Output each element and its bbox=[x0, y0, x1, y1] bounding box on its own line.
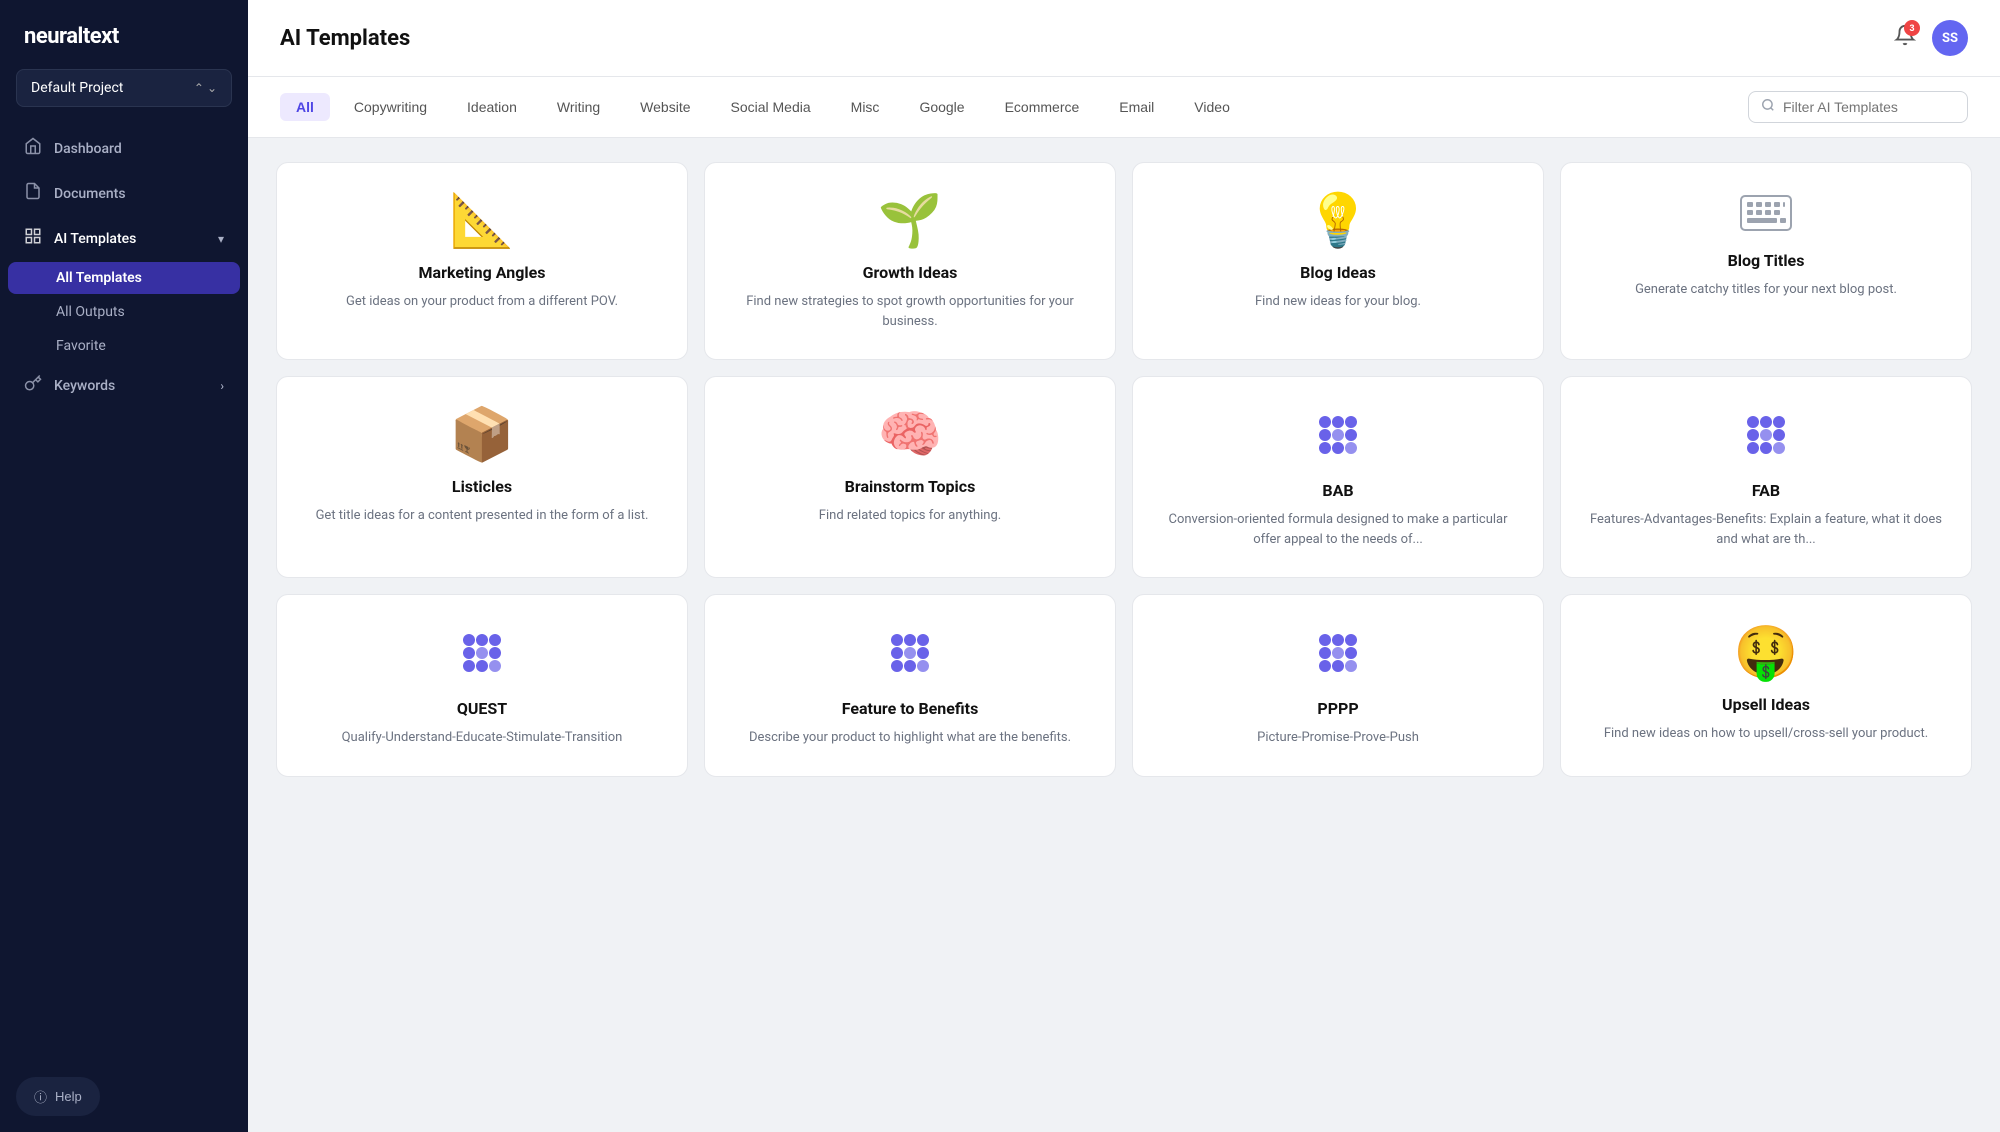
card-desc-pppp: Picture-Promise-Prove-Push bbox=[1257, 728, 1419, 748]
card-blog-ideas[interactable]: 💡 Blog Ideas Find new ideas for your blo… bbox=[1132, 162, 1544, 360]
card-desc-blog-ideas: Find new ideas for your blog. bbox=[1255, 292, 1421, 312]
card-desc-feature-to-benefits: Describe your product to highlight what … bbox=[749, 728, 1071, 748]
card-title-quest: QUEST bbox=[457, 699, 507, 718]
filter-input[interactable] bbox=[1783, 99, 1943, 115]
card-title-pppp: PPPP bbox=[1317, 699, 1358, 718]
page-title: AI Templates bbox=[280, 26, 410, 51]
search-icon bbox=[1761, 98, 1775, 116]
card-desc-growth-ideas: Find new strategies to spot growth oppor… bbox=[729, 292, 1091, 331]
card-title-marketing-angles: Marketing Angles bbox=[419, 263, 546, 282]
filter-tab-ideation[interactable]: Ideation bbox=[451, 93, 533, 121]
notification-button[interactable]: 3 bbox=[1894, 24, 1916, 52]
card-icon-listicles: 📦 bbox=[450, 409, 515, 461]
help-label: Help bbox=[55, 1089, 82, 1104]
sidebar: neuraltext Default Project ⌃ ⌄ Dashboard… bbox=[0, 0, 248, 1132]
sidebar-item-keywords[interactable]: Keywords › bbox=[8, 364, 240, 407]
help-button[interactable]: ⓘ Help bbox=[16, 1077, 100, 1116]
logo-area: neuraltext bbox=[0, 0, 248, 69]
card-icon-blog-ideas: 💡 bbox=[1306, 195, 1371, 247]
sidebar-item-favorite[interactable]: Favorite bbox=[8, 330, 240, 362]
card-desc-upsell-ideas: Find new ideas on how to upsell/cross-se… bbox=[1604, 724, 1928, 744]
sidebar-item-all-templates[interactable]: All Templates bbox=[8, 262, 240, 294]
card-icon-quest bbox=[456, 627, 508, 699]
card-title-blog-ideas: Blog Ideas bbox=[1300, 263, 1376, 282]
header: AI Templates 3 SS bbox=[248, 0, 2000, 77]
filter-tab-video[interactable]: Video bbox=[1178, 93, 1246, 121]
card-icon-growth-ideas: 🌱 bbox=[878, 195, 943, 247]
filter-search-wrap bbox=[1748, 91, 1968, 123]
documents-label: Documents bbox=[54, 186, 126, 202]
filter-tab-social-media[interactable]: Social Media bbox=[715, 93, 827, 121]
card-icon-pppp bbox=[1312, 627, 1364, 699]
card-feature-to-benefits[interactable]: Feature to Benefits Describe your produc… bbox=[704, 594, 1116, 777]
filter-tab-misc[interactable]: Misc bbox=[835, 93, 896, 121]
card-title-brainstorm-topics: Brainstorm Topics bbox=[845, 477, 976, 496]
card-title-blog-titles: Blog Titles bbox=[1728, 251, 1805, 270]
card-title-growth-ideas: Growth Ideas bbox=[863, 263, 958, 282]
home-icon bbox=[24, 137, 42, 160]
cards-grid: 📐 Marketing Angles Get ideas on your pro… bbox=[276, 162, 1972, 777]
document-icon bbox=[24, 182, 42, 205]
card-brainstorm-topics[interactable]: 🧠 Brainstorm Topics Find related topics … bbox=[704, 376, 1116, 578]
card-desc-listicles: Get title ideas for a content presented … bbox=[316, 506, 649, 526]
sidebar-item-ai-templates[interactable]: AI Templates ▾ bbox=[8, 217, 240, 260]
logo: neuraltext bbox=[24, 24, 119, 49]
chevron-down-icon: ▾ bbox=[218, 232, 224, 246]
card-icon-blog-titles bbox=[1740, 195, 1792, 251]
card-fab[interactable]: FAB Features-Advantages-Benefits: Explai… bbox=[1560, 376, 1972, 578]
filter-tab-email[interactable]: Email bbox=[1103, 93, 1170, 121]
card-title-upsell-ideas: Upsell Ideas bbox=[1722, 695, 1810, 714]
card-pppp[interactable]: PPPP Picture-Promise-Prove-Push bbox=[1132, 594, 1544, 777]
card-icon-feature-to-benefits bbox=[884, 627, 936, 699]
help-circle-icon: ⓘ bbox=[34, 1087, 47, 1106]
filter-tab-ecommerce[interactable]: Ecommerce bbox=[989, 93, 1096, 121]
filter-bar: All Copywriting Ideation Writing Website… bbox=[248, 77, 2000, 138]
grid-icon bbox=[24, 227, 42, 250]
cards-container: 📐 Marketing Angles Get ideas on your pro… bbox=[248, 138, 2000, 1132]
project-name: Default Project bbox=[31, 80, 123, 96]
nav-section: Dashboard Documents AI Templates ▾ All T… bbox=[0, 127, 248, 1061]
notification-badge: 3 bbox=[1904, 20, 1920, 36]
card-icon-upsell-ideas: 🤑 bbox=[1734, 627, 1799, 679]
filter-tab-google[interactable]: Google bbox=[903, 93, 980, 121]
card-marketing-angles[interactable]: 📐 Marketing Angles Get ideas on your pro… bbox=[276, 162, 688, 360]
card-title-bab: BAB bbox=[1322, 481, 1353, 500]
card-title-feature-to-benefits: Feature to Benefits bbox=[842, 699, 979, 718]
card-title-listicles: Listicles bbox=[452, 477, 512, 496]
card-listicles[interactable]: 📦 Listicles Get title ideas for a conten… bbox=[276, 376, 688, 578]
card-icon-bab bbox=[1312, 409, 1364, 481]
card-upsell-ideas[interactable]: 🤑 Upsell Ideas Find new ideas on how to … bbox=[1560, 594, 1972, 777]
card-icon-marketing-angles: 📐 bbox=[450, 195, 515, 247]
key-icon bbox=[24, 374, 42, 397]
card-bab[interactable]: BAB Conversion-oriented formula designed… bbox=[1132, 376, 1544, 578]
filter-tab-all[interactable]: All bbox=[280, 93, 330, 121]
dashboard-label: Dashboard bbox=[54, 141, 122, 157]
card-desc-brainstorm-topics: Find related topics for anything. bbox=[819, 506, 1001, 526]
card-desc-marketing-angles: Get ideas on your product from a differe… bbox=[346, 292, 618, 312]
keywords-label: Keywords bbox=[54, 378, 115, 394]
chevron-icon: ⌃ ⌄ bbox=[194, 81, 217, 95]
card-desc-quest: Qualify-Understand-Educate-Stimulate-Tra… bbox=[342, 728, 623, 748]
avatar[interactable]: SS bbox=[1932, 20, 1968, 56]
card-icon-fab bbox=[1740, 409, 1792, 481]
card-title-fab: FAB bbox=[1752, 481, 1780, 500]
filter-tab-website[interactable]: Website bbox=[624, 93, 706, 121]
card-desc-blog-titles: Generate catchy titles for your next blo… bbox=[1635, 280, 1897, 300]
project-selector[interactable]: Default Project ⌃ ⌄ bbox=[16, 69, 232, 107]
sidebar-item-all-outputs[interactable]: All Outputs bbox=[8, 296, 240, 328]
sidebar-item-documents[interactable]: Documents bbox=[8, 172, 240, 215]
sidebar-item-dashboard[interactable]: Dashboard bbox=[8, 127, 240, 170]
ai-templates-label: AI Templates bbox=[54, 231, 136, 247]
card-growth-ideas[interactable]: 🌱 Growth Ideas Find new strategies to sp… bbox=[704, 162, 1116, 360]
card-blog-titles[interactable]: Blog Titles Generate catchy titles for y… bbox=[1560, 162, 1972, 360]
chevron-right-icon: › bbox=[220, 379, 224, 393]
card-quest[interactable]: QUEST Qualify-Understand-Educate-Stimula… bbox=[276, 594, 688, 777]
main-area: AI Templates 3 SS All Copywriting Ideati… bbox=[248, 0, 2000, 1132]
header-right: 3 SS bbox=[1894, 20, 1968, 56]
filter-tab-copywriting[interactable]: Copywriting bbox=[338, 93, 443, 121]
card-icon-brainstorm-topics: 🧠 bbox=[878, 409, 943, 461]
filter-tab-writing[interactable]: Writing bbox=[541, 93, 616, 121]
card-desc-fab: Features-Advantages-Benefits: Explain a … bbox=[1585, 510, 1947, 549]
card-desc-bab: Conversion-oriented formula designed to … bbox=[1157, 510, 1519, 549]
